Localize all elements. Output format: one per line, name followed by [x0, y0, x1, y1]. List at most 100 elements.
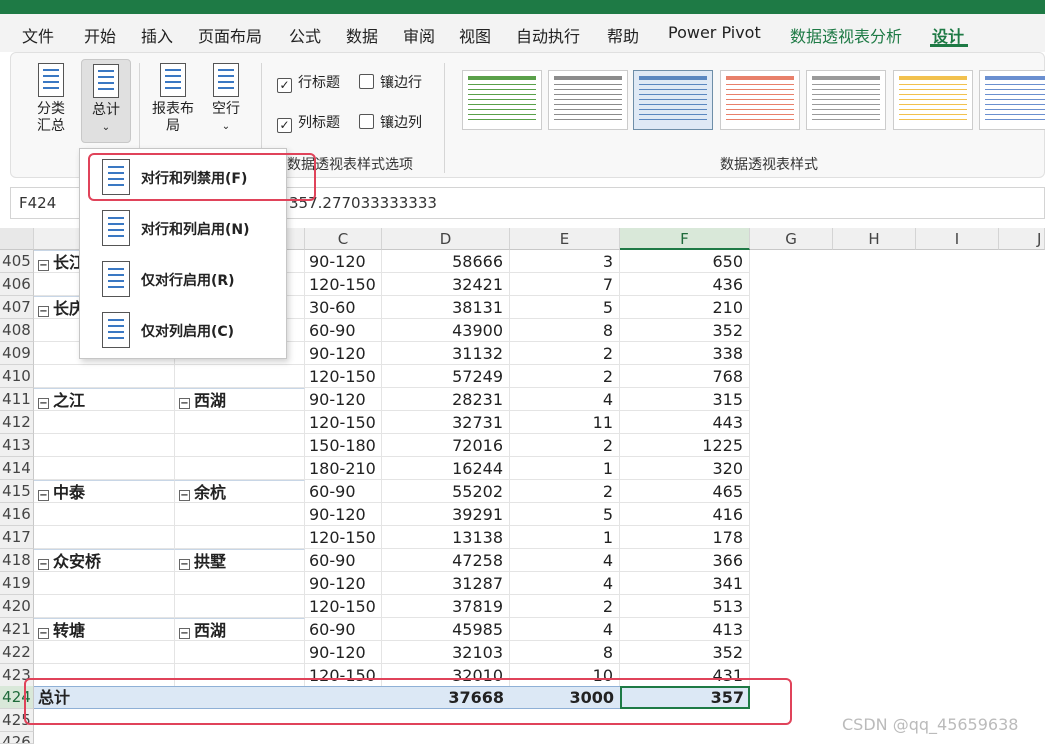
cell-c[interactable]: 60-90	[305, 549, 382, 572]
banded-rows-checkbox[interactable]: 镶边行	[359, 72, 422, 92]
cell-e[interactable]: 1	[510, 526, 620, 549]
style-swatch[interactable]	[806, 70, 886, 130]
cell-e[interactable]: 7	[510, 273, 620, 296]
column-header-e[interactable]: E	[510, 228, 620, 250]
cell-a[interactable]: − 众安桥	[34, 549, 175, 572]
tab-help[interactable]: 帮助	[607, 23, 639, 47]
banded-columns-checkbox[interactable]: 镶边列	[359, 112, 422, 132]
cell-e[interactable]: 2	[510, 365, 620, 388]
blank-rows-button[interactable]: 空行 ⌄	[203, 59, 249, 143]
cell-d[interactable]: 45985	[382, 618, 510, 641]
cell-e[interactable]: 5	[510, 296, 620, 319]
tab-automate[interactable]: 自动执行	[516, 23, 580, 47]
tab-page-layout[interactable]: 页面布局	[198, 23, 262, 47]
row-header[interactable]: 406	[0, 273, 34, 296]
column-header-c[interactable]: C	[305, 228, 382, 250]
select-all-corner[interactable]	[0, 228, 34, 250]
menu-item-rows-only[interactable]: 仅对行启用(R)	[88, 257, 280, 301]
row-header[interactable]: 407	[0, 296, 34, 319]
tab-insert[interactable]: 插入	[141, 23, 173, 47]
cell-b[interactable]: − 西湖	[175, 618, 305, 641]
row-header[interactable]: 412	[0, 411, 34, 434]
collapse-icon[interactable]: −	[38, 260, 49, 271]
collapse-icon[interactable]: −	[38, 306, 49, 317]
cell-e[interactable]: 8	[510, 319, 620, 342]
cell-e[interactable]: 4	[510, 388, 620, 411]
cell-d[interactable]: 58666	[382, 250, 510, 273]
cell-f[interactable]: 338	[620, 342, 750, 365]
row-header[interactable]: 415	[0, 480, 34, 503]
name-box[interactable]: F424	[19, 194, 56, 212]
row-headers-checkbox[interactable]: ✓ 行标题	[277, 72, 340, 93]
style-swatch-selected[interactable]	[633, 70, 713, 130]
cell-f[interactable]: 178	[620, 526, 750, 549]
column-header-f[interactable]: F	[620, 228, 750, 250]
tab-view[interactable]: 视图	[459, 23, 491, 47]
row-header[interactable]: 419	[0, 572, 34, 595]
column-header-g[interactable]: G	[750, 228, 833, 250]
grand-totals-button[interactable]: 总计 ⌄	[81, 59, 131, 143]
subtotals-button[interactable]: 分类汇总	[23, 59, 79, 143]
cell-e[interactable]: 2	[510, 595, 620, 618]
cell-d[interactable]: 43900	[382, 319, 510, 342]
cell-f[interactable]: 416	[620, 503, 750, 526]
cell-f[interactable]: 315	[620, 388, 750, 411]
cell-a[interactable]	[34, 365, 175, 388]
report-layout-button[interactable]: 报表布局	[145, 59, 201, 143]
cell-c[interactable]: 90-120	[305, 641, 382, 664]
cell-c[interactable]: 60-90	[305, 319, 382, 342]
column-header-j[interactable]: J	[999, 228, 1045, 250]
cell-d[interactable]: 16244	[382, 457, 510, 480]
row-header[interactable]: 408	[0, 319, 34, 342]
cell-e[interactable]: 1	[510, 457, 620, 480]
cell-b[interactable]	[175, 526, 305, 549]
style-swatch[interactable]	[720, 70, 800, 130]
cell-d[interactable]: 28231	[382, 388, 510, 411]
menu-item-columns-only[interactable]: 仅对列启用(C)	[88, 308, 280, 352]
cell-c[interactable]: 120-150	[305, 273, 382, 296]
row-header[interactable]: 405	[0, 250, 34, 273]
cell-c[interactable]: 120-150	[305, 365, 382, 388]
cell-c[interactable]: 120-150	[305, 411, 382, 434]
cell-e[interactable]: 4	[510, 618, 620, 641]
cell-b[interactable]	[175, 365, 305, 388]
cell-d[interactable]: 38131	[382, 296, 510, 319]
cell-b[interactable]	[175, 572, 305, 595]
cell-b[interactable]	[175, 457, 305, 480]
row-header[interactable]: 409	[0, 342, 34, 365]
cell-f[interactable]: 341	[620, 572, 750, 595]
cell-a[interactable]: − 转塘	[34, 618, 175, 641]
cell-d[interactable]: 13138	[382, 526, 510, 549]
cell-d[interactable]: 55202	[382, 480, 510, 503]
cell-d[interactable]: 72016	[382, 434, 510, 457]
cell-f[interactable]: 210	[620, 296, 750, 319]
cell-a[interactable]	[34, 572, 175, 595]
tab-home[interactable]: 开始	[84, 23, 116, 47]
cell-d[interactable]: 31132	[382, 342, 510, 365]
row-header[interactable]: 413	[0, 434, 34, 457]
cell-a[interactable]	[34, 641, 175, 664]
cell-a[interactable]: − 中泰	[34, 480, 175, 503]
cell-b[interactable]: − 西湖	[175, 388, 305, 411]
cell-b[interactable]	[175, 434, 305, 457]
tab-data[interactable]: 数据	[346, 23, 378, 47]
cell-e[interactable]: 4	[510, 572, 620, 595]
cell-e[interactable]: 2	[510, 342, 620, 365]
collapse-icon[interactable]: −	[179, 628, 190, 639]
cell-c[interactable]: 30-60	[305, 296, 382, 319]
cell-d[interactable]: 37819	[382, 595, 510, 618]
cell-a[interactable]	[34, 526, 175, 549]
cell-a[interactable]: − 之江	[34, 388, 175, 411]
cell-f[interactable]: 352	[620, 319, 750, 342]
cell-d[interactable]: 32103	[382, 641, 510, 664]
row-header[interactable]: 420	[0, 595, 34, 618]
cell-c[interactable]: 120-150	[305, 595, 382, 618]
cell-e[interactable]: 3	[510, 250, 620, 273]
cell-b[interactable]: − 拱墅	[175, 549, 305, 572]
style-swatch[interactable]	[893, 70, 973, 130]
collapse-icon[interactable]: −	[38, 628, 49, 639]
cell-e[interactable]: 2	[510, 480, 620, 503]
cell-c[interactable]: 150-180	[305, 434, 382, 457]
cell-c[interactable]: 90-120	[305, 250, 382, 273]
collapse-icon[interactable]: −	[179, 398, 190, 409]
